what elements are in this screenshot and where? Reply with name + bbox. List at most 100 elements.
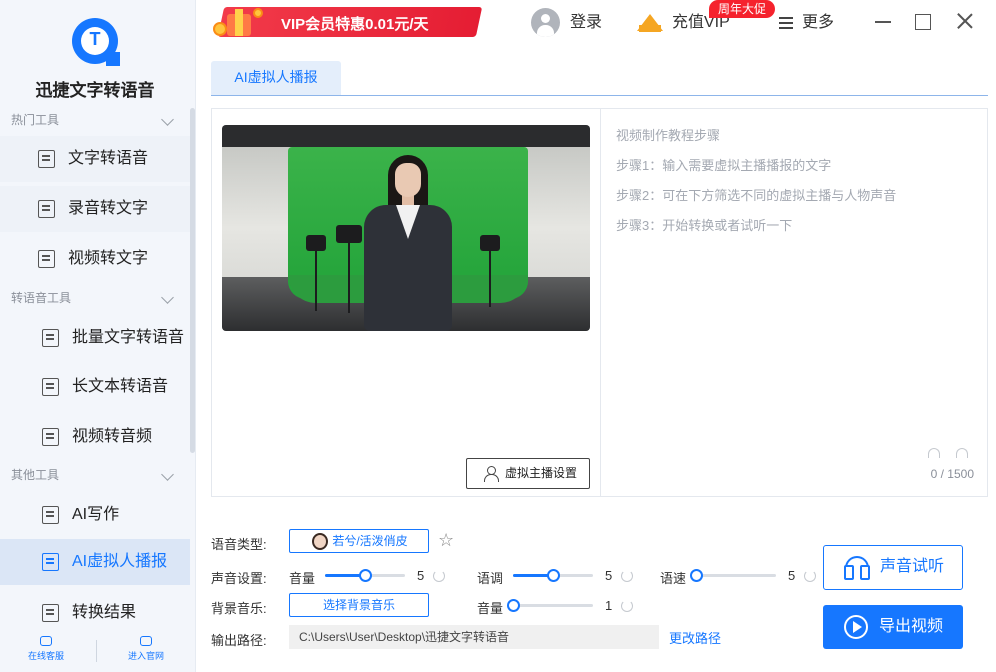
tab-ai-avatar-broadcast[interactable]: AI虚拟人播报 — [211, 61, 341, 96]
maximize-button[interactable] — [911, 10, 933, 32]
sidebar-item-batch-text-to-speech[interactable]: 批量文字转语音 — [0, 315, 190, 361]
sidebar-item-conversion-results[interactable]: 转换结果 — [0, 590, 190, 636]
step-1: 步骤1：输入需要虚拟主播播报的文字 — [616, 158, 832, 173]
sidebar: T 迅捷文字转语音 热门工具 文字转语音 录音转文字 视频转文字 转语音工具 批… — [0, 0, 196, 672]
tone-label: 语调 — [477, 571, 504, 586]
online-support-label: 在线客服 — [27, 651, 64, 661]
sidebar-nav: 热门工具 文字转语音 录音转文字 视频转文字 转语音工具 批量文字转语音 长文本… — [0, 108, 196, 628]
minimize-button[interactable] — [872, 10, 894, 32]
host-settings-label: 虚拟主播设置 — [505, 466, 578, 480]
tab-underline — [211, 95, 988, 96]
char-count: 0 / 1500 — [930, 467, 974, 481]
results-icon — [42, 604, 59, 622]
reset-icon[interactable] — [621, 600, 633, 612]
sidebar-item-label: 视频转音频 — [72, 428, 153, 445]
login-label: 登录 — [570, 14, 603, 31]
audio-text-icon — [38, 200, 55, 218]
select-bg-music-button[interactable]: 选择背景音乐 — [289, 593, 429, 617]
sidebar-item-label: 录音转文字 — [68, 200, 149, 217]
section-label: 热门工具 — [11, 113, 60, 127]
app-logo: T — [72, 18, 120, 66]
sidebar-item-video-to-audio[interactable]: 视频转音频 — [0, 414, 190, 460]
sidebar-item-audio-to-text[interactable]: 录音转文字 — [0, 186, 190, 232]
sidebar-item-text-to-speech[interactable]: 文字转语音 — [0, 136, 190, 182]
login-button[interactable]: 登录 — [531, 8, 603, 37]
panel-divider — [600, 109, 601, 496]
sidebar-item-label: 转换结果 — [72, 604, 137, 621]
change-path-link[interactable]: 更改路径 — [669, 628, 721, 647]
sidebar-item-label: 文字转语音 — [68, 150, 149, 167]
sidebar-item-long-text-to-speech[interactable]: 长文本转语音 — [0, 364, 190, 410]
host-settings-button[interactable]: 虚拟主播设置 — [466, 458, 590, 489]
bg-volume-slider[interactable] — [507, 599, 593, 612]
crown-icon — [637, 11, 663, 33]
section-hot-tools[interactable]: 热门工具 — [0, 108, 190, 132]
close-button[interactable] — [954, 10, 976, 32]
app-window: T 迅捷文字转语音 热门工具 文字转语音 录音转文字 视频转文字 转语音工具 批… — [0, 0, 996, 672]
promo-badge: 周年大促 — [709, 0, 775, 18]
slider-handle[interactable] — [507, 599, 520, 612]
sidebar-item-video-to-text[interactable]: 视频转文字 — [0, 236, 190, 282]
vip-banner-text: VIP会员特惠0.01元/天 — [281, 16, 429, 33]
volume-value: 5 — [417, 568, 425, 583]
gift-icon — [213, 6, 271, 38]
output-path-field[interactable]: C:\Users\User\Desktop\迅捷文字转语音 — [289, 625, 659, 649]
redo-icon[interactable] — [956, 448, 968, 458]
volume-slider[interactable] — [325, 569, 405, 582]
tone-slider[interactable] — [513, 569, 593, 582]
output-path-label: 输出路径: — [211, 633, 267, 648]
sidebar-scrollbar[interactable] — [190, 108, 195, 453]
slider-handle[interactable] — [359, 569, 372, 582]
monitor-icon — [140, 636, 152, 646]
volume-label: 音量 — [289, 571, 316, 586]
sidebar-bottom-links: 在线客服 进入官网 — [0, 632, 196, 672]
chevron-down-icon — [161, 113, 174, 126]
export-label: 导出视频 — [879, 618, 944, 635]
speed-label: 语速 — [660, 571, 687, 586]
voice-select-button[interactable]: 若兮/活泼俏皮 — [289, 529, 429, 553]
listen-button[interactable]: 声音试听 — [823, 545, 963, 590]
menu-icon — [779, 17, 793, 19]
long-text-icon — [42, 378, 59, 396]
video-text-icon — [38, 250, 55, 268]
reset-icon[interactable] — [433, 570, 445, 582]
speed-slider[interactable] — [690, 569, 776, 582]
sidebar-item-ai-avatar-broadcast[interactable]: AI虚拟人播报 — [0, 539, 190, 585]
steps-title: 视频制作教程步骤 — [616, 128, 721, 143]
headset-icon — [40, 636, 52, 646]
speed-value: 5 — [788, 568, 796, 583]
star-icon[interactable]: ☆ — [438, 531, 454, 549]
sidebar-item-label: AI写作 — [72, 506, 120, 523]
online-support-link[interactable]: 在线客服 — [6, 636, 86, 662]
tone-value: 5 — [605, 568, 613, 583]
text-input-area[interactable]: 视频制作教程步骤 步骤1：输入需要虚拟主播播报的文字 步骤2：可在下方筛选不同的… — [616, 126, 976, 246]
sidebar-item-ai-writing[interactable]: AI写作 — [0, 492, 190, 538]
slider-handle[interactable] — [690, 569, 703, 582]
text-speech-icon — [38, 150, 55, 168]
chevron-down-icon — [161, 468, 174, 481]
section-speech-tools[interactable]: 转语音工具 — [0, 286, 190, 310]
ai-writing-icon — [42, 506, 59, 524]
sidebar-item-label: AI虚拟人播报 — [72, 553, 168, 570]
slider-handle[interactable] — [547, 569, 560, 582]
vip-promo-banner[interactable]: VIP会员特惠0.01元/天 — [211, 4, 483, 38]
export-video-button[interactable]: 导出视频 — [823, 605, 963, 649]
reset-icon[interactable] — [804, 570, 816, 582]
headphones-icon — [844, 556, 870, 580]
batch-text-icon — [42, 329, 59, 347]
chevron-down-icon — [161, 291, 174, 304]
voice-type-label: 语音类型: — [211, 537, 267, 552]
website-link[interactable]: 进入官网 — [106, 636, 186, 662]
website-label: 进入官网 — [127, 651, 164, 661]
bg-volume-value: 1 — [605, 598, 613, 613]
sound-settings-label: 声音设置: — [211, 571, 267, 586]
step-2: 步骤2：可在下方筛选不同的虚拟主播与人物声音 — [616, 188, 897, 203]
section-other-tools[interactable]: 其他工具 — [0, 463, 190, 487]
bg-music-label: 背景音乐: — [211, 601, 267, 616]
more-menu-button[interactable]: 更多 — [779, 10, 834, 36]
user-icon — [484, 466, 499, 482]
undo-redo-group — [928, 446, 974, 462]
play-icon — [844, 615, 868, 639]
undo-icon[interactable] — [928, 448, 940, 458]
reset-icon[interactable] — [621, 570, 633, 582]
